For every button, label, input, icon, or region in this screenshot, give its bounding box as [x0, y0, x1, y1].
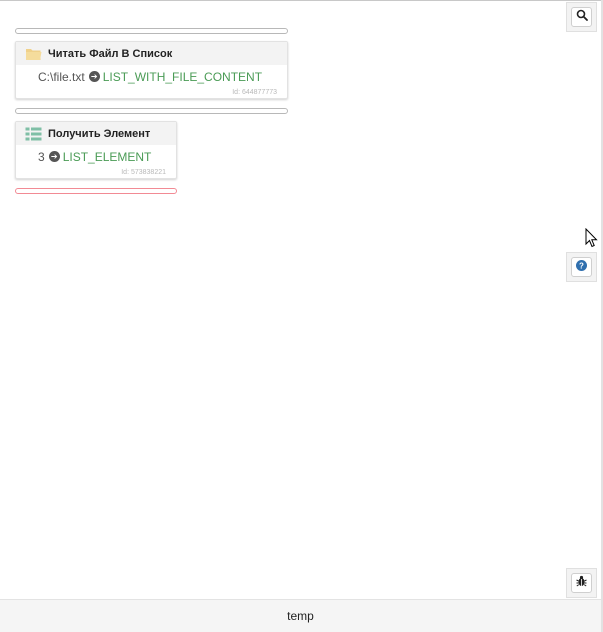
- mouse-cursor-icon: [585, 227, 599, 253]
- help-button[interactable]: ?: [566, 252, 597, 282]
- block-param[interactable]: C:\file.txt: [38, 70, 85, 84]
- search-icon: [576, 8, 588, 26]
- svg-text:?: ?: [579, 262, 584, 271]
- block-id: Id: 573838221: [121, 169, 166, 176]
- block-header[interactable]: Получить Элемент: [16, 122, 176, 145]
- block-output-variable[interactable]: LIST_WITH_FILE_CONTENT: [103, 70, 262, 84]
- folder-icon: [25, 47, 42, 61]
- block-get-element[interactable]: Получить Элемент 3 ➔ LIST_ELEMENT Id: 57…: [15, 121, 177, 179]
- block-body: C:\file.txt ➔ LIST_WITH_FILE_CONTENT: [16, 65, 287, 88]
- workflow-canvas[interactable]: Читать Файл В Список C:\file.txt ➔ LIST_…: [0, 1, 563, 599]
- block-header[interactable]: Читать Файл В Список: [16, 42, 287, 65]
- help-icon: ?: [576, 258, 587, 276]
- drop-zone[interactable]: [15, 28, 288, 34]
- block-title: Читать Файл В Список: [48, 47, 173, 60]
- search-button[interactable]: [566, 2, 597, 32]
- arrow-right-icon: ➔: [48, 151, 60, 162]
- arrow-right-icon: ➔: [88, 71, 100, 82]
- bug-icon: [576, 574, 587, 592]
- debug-button[interactable]: [566, 568, 597, 598]
- drop-zone-error[interactable]: [15, 188, 177, 194]
- block-output-variable[interactable]: LIST_ELEMENT: [63, 150, 152, 164]
- block-body: 3 ➔ LIST_ELEMENT: [16, 145, 176, 168]
- footer-label: temp: [287, 609, 314, 623]
- footer-bar: temp: [0, 599, 601, 632]
- block-read-file-to-list[interactable]: Читать Файл В Список C:\file.txt ➔ LIST_…: [15, 41, 288, 99]
- list-icon: [25, 127, 42, 141]
- block-id: Id: 644877773: [232, 89, 277, 96]
- drop-zone[interactable]: [15, 108, 288, 114]
- block-param[interactable]: 3: [38, 150, 45, 164]
- block-title: Получить Элемент: [48, 127, 151, 140]
